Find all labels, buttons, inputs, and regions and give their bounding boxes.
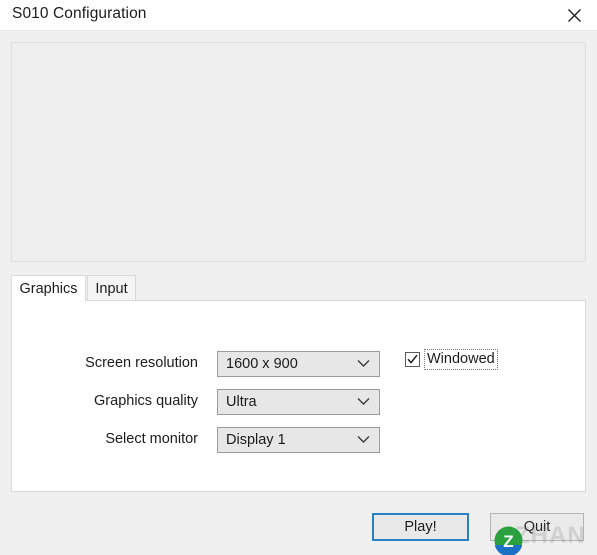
graphics-tab-panel: Screen resolution 1600 x 900 Graphics qu… [11,300,586,492]
close-icon [567,8,582,23]
window-title: S010 Configuration [12,5,147,22]
windowed-checkbox[interactable] [405,351,420,367]
chevron-down-icon [357,359,370,368]
banner-preview-panel [11,42,586,262]
tab-strip: Graphics Input [11,275,586,301]
play-button[interactable]: Play! [372,513,469,541]
tab-graphics-label: Graphics [19,280,78,297]
screen-resolution-dropdown[interactable]: 1600 x 900 [217,351,380,377]
tab-input[interactable]: Input [87,275,136,301]
form-row-screen-resolution: Screen resolution 1600 x 900 [12,351,585,377]
graphics-quality-dropdown[interactable]: Ultra [217,389,380,415]
windowed-checkbox-row[interactable]: Windowed [405,348,498,370]
graphics-quality-label: Graphics quality [94,393,198,409]
form-row-graphics-quality: Graphics quality Ultra [12,389,585,415]
screen-resolution-value: 1600 x 900 [226,356,298,372]
chevron-down-icon [357,435,370,444]
select-monitor-value: Display 1 [226,432,286,448]
tab-input-label: Input [95,280,128,297]
close-button[interactable] [551,0,597,31]
select-monitor-dropdown[interactable]: Display 1 [217,427,380,453]
form-row-select-monitor: Select monitor Display 1 [12,427,585,453]
graphics-quality-value: Ultra [226,394,257,410]
quit-button[interactable]: Quit [490,513,584,541]
select-monitor-label: Select monitor [105,431,198,447]
quit-button-label: Quit [523,519,551,535]
tab-graphics[interactable]: Graphics [11,275,86,301]
play-button-label: Play! [404,519,437,535]
title-bar: S010 Configuration [0,0,597,31]
chevron-down-icon [357,397,370,406]
windowed-label: Windowed [424,348,498,370]
screen-resolution-label: Screen resolution [85,355,198,371]
